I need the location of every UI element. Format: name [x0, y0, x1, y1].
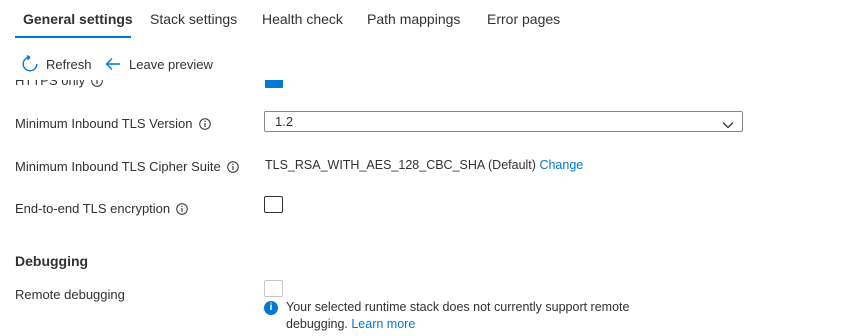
- cipher-suite-value: TLS_RSA_WITH_AES_128_CBC_SHA (Default): [265, 158, 536, 172]
- tab-error-pages[interactable]: Error pages: [487, 11, 560, 27]
- settings-content[interactable]: HTTPS only Minimum Inbound TLS Version 1…: [0, 80, 852, 336]
- refresh-icon: [21, 55, 39, 73]
- info-icon[interactable]: [198, 117, 211, 130]
- cipher-change-link[interactable]: Change: [539, 158, 583, 172]
- leave-preview-button[interactable]: Leave preview: [105, 54, 213, 74]
- tab-stack-settings[interactable]: Stack settings: [150, 11, 237, 27]
- leave-preview-label: Leave preview: [129, 56, 213, 72]
- cipher-suite-label: Minimum Inbound TLS Cipher Suite: [15, 159, 239, 174]
- remote-debugging-checkbox[interactable]: [264, 280, 283, 297]
- tab-path-mappings[interactable]: Path mappings: [367, 11, 460, 27]
- https-only-toggle[interactable]: [265, 80, 283, 88]
- min-tls-label: Minimum Inbound TLS Version: [15, 116, 211, 131]
- cipher-suite-value-row: TLS_RSA_WITH_AES_128_CBC_SHA (Default) C…: [265, 158, 583, 172]
- debugging-heading: Debugging: [15, 253, 89, 269]
- e2e-tls-checkbox[interactable]: [264, 196, 283, 213]
- chevron-down-icon: [722, 117, 734, 132]
- refresh-button[interactable]: Refresh: [21, 54, 92, 74]
- https-only-label: HTTPS only: [15, 80, 103, 88]
- remote-debugging-label: Remote debugging: [15, 287, 125, 302]
- info-icon[interactable]: [226, 160, 239, 173]
- settings-tabs: General settings Stack settings Health c…: [0, 0, 852, 42]
- info-icon[interactable]: [176, 202, 188, 215]
- command-bar: Refresh Leave preview: [0, 48, 852, 80]
- tab-health-check[interactable]: Health check: [262, 11, 343, 27]
- remote-debugging-info-text: Your selected runtime stack does not cur…: [286, 300, 630, 331]
- min-tls-value: 1.2: [275, 114, 294, 129]
- info-filled-icon: i: [264, 301, 278, 315]
- info-icon[interactable]: [91, 80, 103, 87]
- active-tab-indicator: [15, 36, 131, 38]
- refresh-label: Refresh: [46, 56, 92, 72]
- tab-general-settings[interactable]: General settings: [23, 11, 133, 27]
- min-tls-dropdown[interactable]: 1.2: [264, 111, 743, 132]
- arrow-left-icon: [105, 57, 121, 71]
- e2e-tls-label: End-to-end TLS encryption: [15, 201, 188, 216]
- remote-debugging-info: i Your selected runtime stack does not c…: [264, 299, 684, 333]
- learn-more-link[interactable]: Learn more: [351, 317, 415, 331]
